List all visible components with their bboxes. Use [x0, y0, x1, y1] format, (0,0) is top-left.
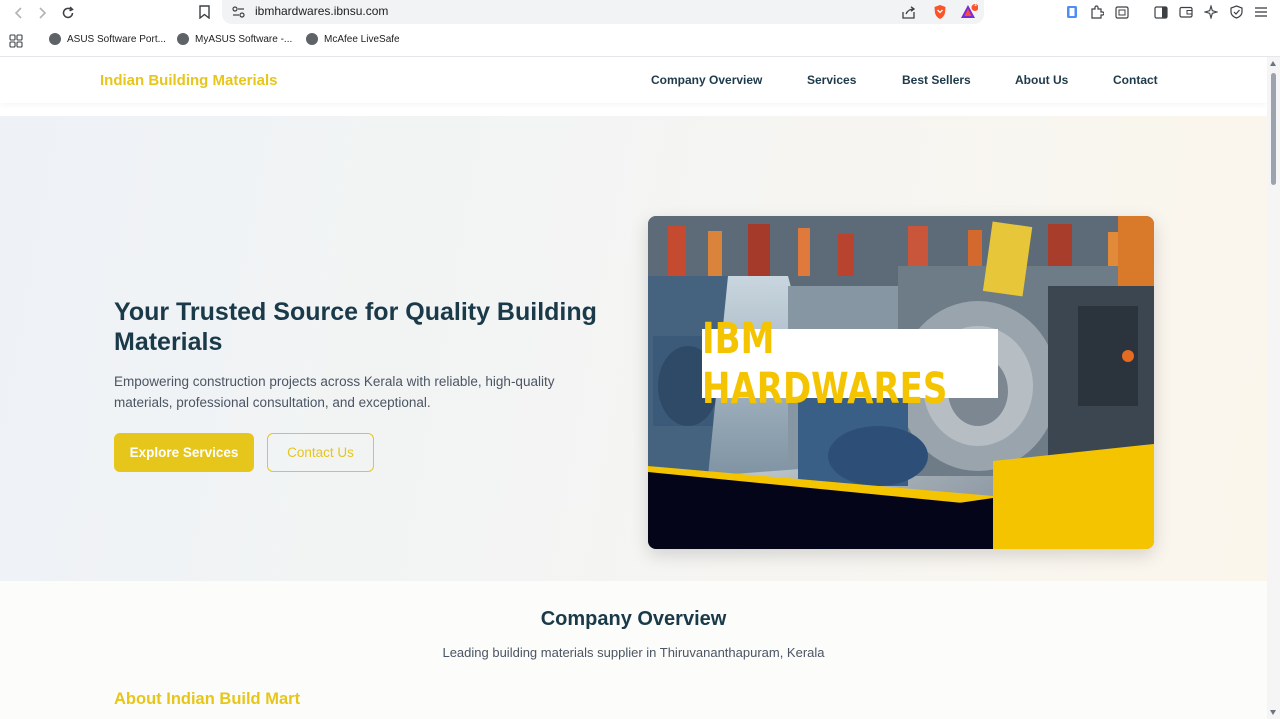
- site-logo[interactable]: Indian Building Materials: [100, 72, 278, 89]
- brand-name-text: IBM HARDWARES: [702, 313, 948, 414]
- menu-icon[interactable]: [1253, 4, 1269, 20]
- page-scrollbar[interactable]: [1267, 57, 1280, 719]
- globe-icon: [306, 33, 318, 45]
- nav-best-sellers[interactable]: Best Sellers: [902, 73, 971, 87]
- bookmark-item[interactable]: ASUS Software Port...: [49, 33, 166, 45]
- hero-subtitle: Empowering construction projects across …: [114, 374, 555, 410]
- hero-section: Your Trusted Source for Quality Building…: [0, 116, 1267, 581]
- reload-button[interactable]: [58, 3, 78, 23]
- site-header: Indian Building Materials Company Overvi…: [0, 57, 1267, 103]
- bookmarks-bar: ASUS Software Port... MyASUS Software -.…: [0, 28, 1280, 54]
- hero-title: Your Trusted Source for Quality Building…: [114, 298, 597, 356]
- section-title: Company Overview: [540, 608, 727, 630]
- scroll-up-arrow-icon[interactable]: [1270, 61, 1276, 66]
- nav-company-overview[interactable]: Company Overview: [651, 73, 762, 87]
- bookmark-item[interactable]: McAfee LiveSafe: [306, 33, 400, 45]
- explore-services-button[interactable]: Explore Services: [114, 433, 254, 472]
- scroll-thumb[interactable]: [1271, 73, 1276, 185]
- leo-ai-icon[interactable]: [1203, 4, 1219, 20]
- screenshot-icon[interactable]: [1114, 4, 1130, 20]
- bookmark-page-button[interactable]: [196, 4, 212, 20]
- wallet-icon[interactable]: [1178, 4, 1194, 20]
- url-text[interactable]: ibmhardwares.ibnsu.com: [255, 4, 388, 18]
- reload-icon: [62, 6, 74, 19]
- bookmark-label: ASUS Software Port...: [67, 33, 166, 45]
- about-heading: About Indian Build Mart: [114, 690, 301, 708]
- back-button[interactable]: [8, 3, 28, 23]
- hero-image: IBM HARDWARES: [648, 216, 1154, 549]
- bookmark-item[interactable]: MyASUS Software -...: [177, 33, 292, 45]
- forward-arrow-icon: [39, 7, 47, 19]
- contact-us-button[interactable]: Contact Us: [267, 433, 374, 472]
- brand-plate: IBM HARDWARES: [702, 314, 998, 414]
- forward-button[interactable]: [33, 3, 53, 23]
- bookmark-label: McAfee LiveSafe: [324, 33, 400, 45]
- bookmark-icon: [198, 5, 210, 19]
- brave-rewards-icon[interactable]: 1: [959, 2, 979, 22]
- nav-about-us[interactable]: About Us: [1015, 73, 1068, 87]
- apps-grid-icon[interactable]: [8, 33, 24, 49]
- brave-shield-icon[interactable]: [931, 3, 949, 21]
- nav-services[interactable]: Services: [807, 73, 856, 87]
- globe-icon: [177, 33, 189, 45]
- section-subtitle: Leading building materials supplier in T…: [442, 645, 825, 660]
- scroll-down-arrow-icon[interactable]: [1270, 710, 1276, 715]
- translate-icon[interactable]: [1064, 4, 1080, 20]
- nav-contact[interactable]: Contact: [1113, 73, 1158, 87]
- vpn-shield-icon[interactable]: [1228, 4, 1244, 20]
- notification-badge: 1: [973, 2, 978, 8]
- share-icon[interactable]: [901, 4, 917, 20]
- sidebar-toggle-icon[interactable]: [1153, 4, 1169, 20]
- address-bar[interactable]: ibmhardwares.ibnsu.com 1: [222, 0, 984, 24]
- bookmark-label: MyASUS Software -...: [195, 33, 293, 45]
- browser-toolbar: ibmhardwares.ibnsu.com 1: [0, 0, 1280, 26]
- extensions-icon[interactable]: [1089, 4, 1105, 20]
- site-settings-icon[interactable]: [231, 5, 245, 19]
- company-overview-section: Company Overview Leading building materi…: [0, 581, 1267, 719]
- back-arrow-icon: [14, 7, 22, 19]
- globe-icon: [49, 33, 61, 45]
